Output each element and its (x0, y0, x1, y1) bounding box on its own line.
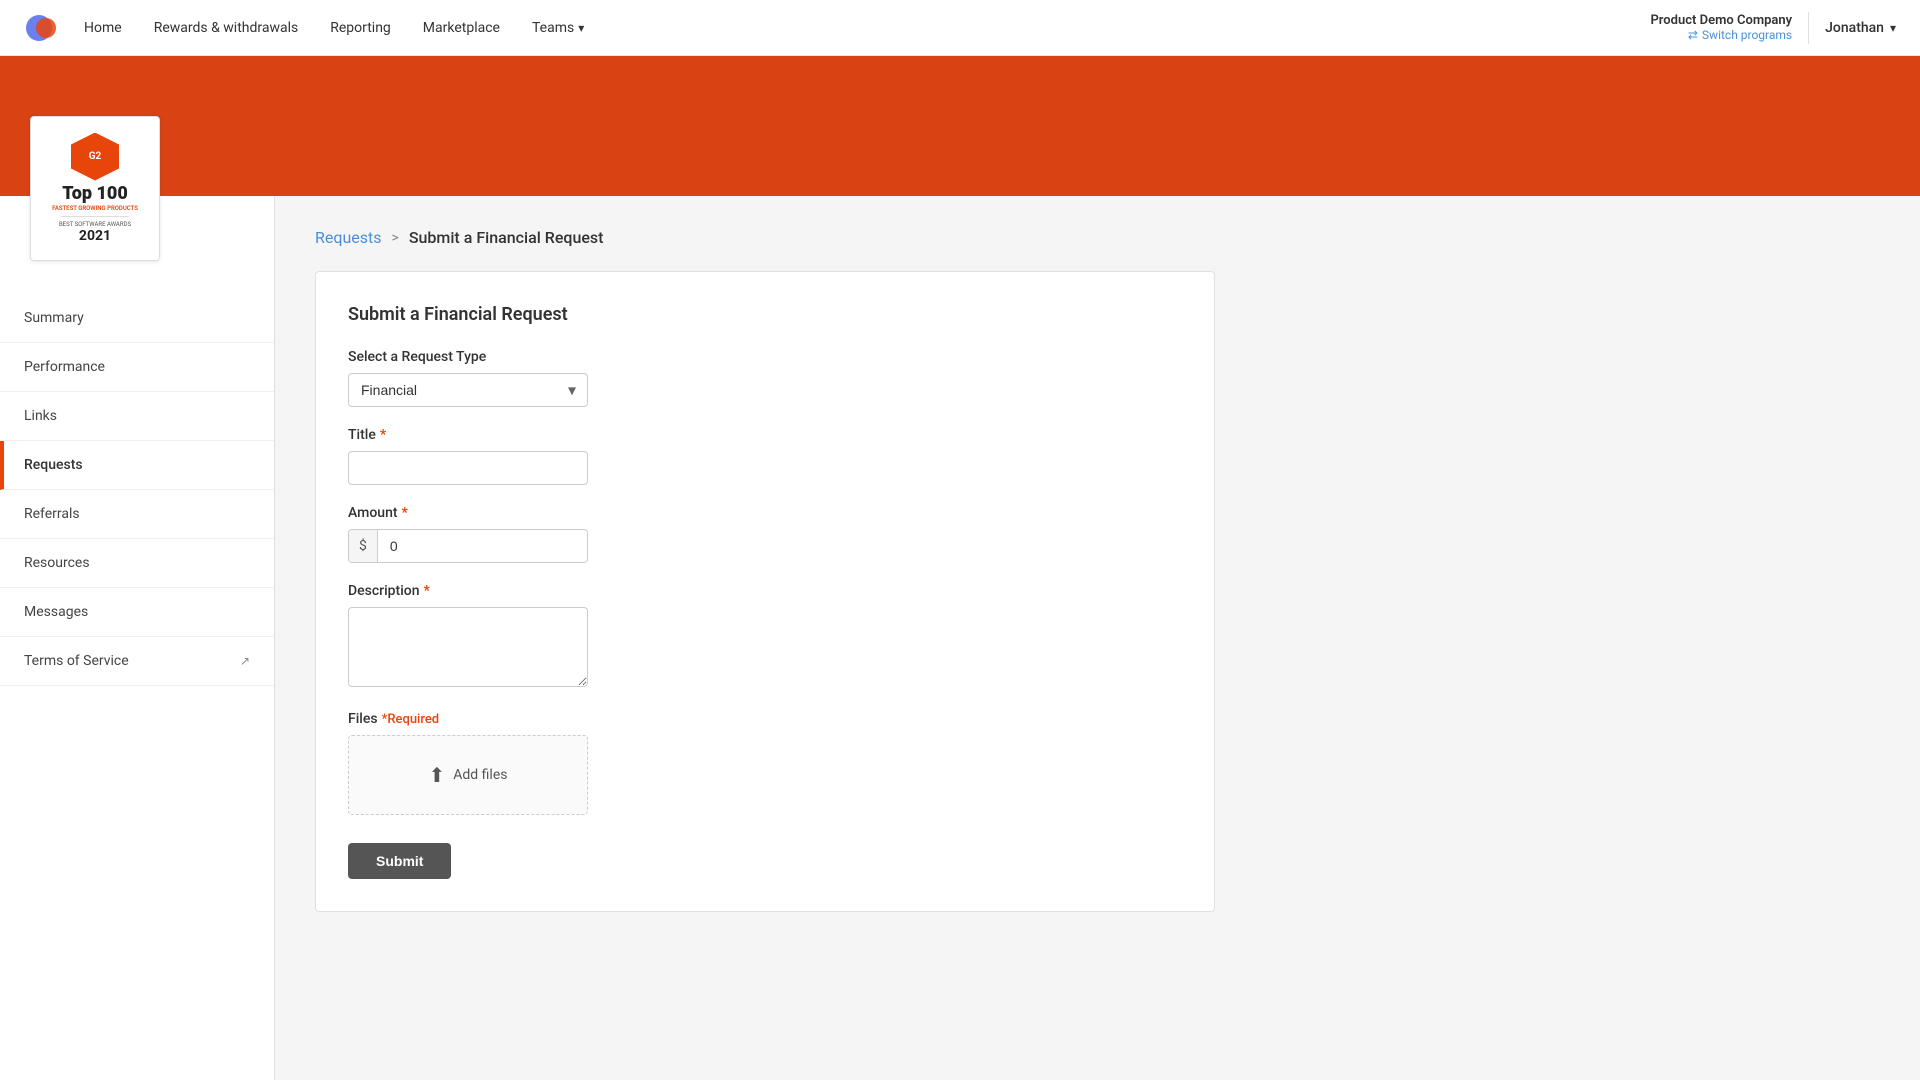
hero-banner (0, 56, 1920, 196)
sidebar-item-label: Requests (24, 457, 83, 473)
top-navigation: Home Rewards & withdrawals Reporting Mar… (0, 0, 1920, 56)
form-title: Submit a Financial Request (348, 304, 1182, 325)
amount-required-star: * (402, 505, 408, 521)
amount-prefix: $ (349, 530, 378, 562)
badge-top100: Top 100 (62, 185, 128, 203)
app-logo (24, 10, 60, 46)
user-name: Jonathan (1825, 20, 1884, 36)
nav-reporting[interactable]: Reporting (330, 20, 391, 36)
switch-icon: ⇄ (1688, 28, 1698, 42)
description-required-star: * (424, 583, 430, 599)
sidebar-item-summary[interactable]: Summary (0, 294, 274, 343)
breadcrumb: Requests > Submit a Financial Request (315, 228, 1880, 247)
sidebar-item-messages[interactable]: Messages (0, 588, 274, 637)
user-chevron-icon (1890, 20, 1896, 36)
file-upload-area[interactable]: ⬆ Add files (348, 735, 588, 815)
title-input[interactable] (348, 451, 588, 485)
request-type-select[interactable]: FinancialNon-Financial (348, 373, 588, 407)
company-name: Product Demo Company (1650, 13, 1792, 28)
request-type-group: Select a Request Type FinancialNon-Finan… (348, 349, 1182, 407)
main-content: Requests > Submit a Financial Request Su… (275, 196, 1920, 1080)
badge-divider (61, 216, 130, 217)
add-files-label: Add files (453, 767, 507, 783)
top-right-area: Product Demo Company ⇄ Switch programs J… (1650, 12, 1896, 44)
page-layout: G2 Top 100 Fastest Growing Products BEST… (0, 196, 1920, 1080)
sidebar-item-label: Summary (24, 310, 84, 326)
sidebar-item-resources[interactable]: Resources (0, 539, 274, 588)
nav-marketplace[interactable]: Marketplace (423, 20, 500, 36)
nav-links: Home Rewards & withdrawals Reporting Mar… (84, 20, 1650, 36)
user-menu[interactable]: Jonathan (1825, 20, 1896, 36)
switch-programs-button[interactable]: ⇄ Switch programs (1650, 28, 1792, 42)
company-info: Product Demo Company ⇄ Switch programs (1650, 13, 1792, 42)
sidebar-item-label: Links (24, 408, 57, 424)
g2-shield: G2 (71, 133, 119, 181)
sidebar-item-performance[interactable]: Performance (0, 343, 274, 392)
sidebar-logo-card: G2 Top 100 Fastest Growing Products BEST… (30, 116, 160, 261)
chevron-down-icon (578, 20, 584, 36)
sidebar-item-label: Resources (24, 555, 90, 571)
g2-shield-text: G2 (89, 151, 102, 162)
request-type-label: Select a Request Type (348, 349, 1182, 365)
sidebar-item-links[interactable]: Links (0, 392, 274, 441)
sidebar-item-label: Terms of Service (24, 653, 129, 669)
sidebar-nav: Summary Performance Links Requests Refer… (0, 286, 274, 686)
badge-award-text: BEST SOFTWARE AWARDS (59, 221, 131, 229)
amount-input-wrapper: $ (348, 529, 588, 563)
amount-label: Amount * (348, 505, 1182, 521)
files-group: Files *Required ⬆ Add files (348, 711, 1182, 815)
sidebar-item-requests[interactable]: Requests (0, 441, 274, 490)
nav-divider (1808, 12, 1809, 44)
sidebar-item-terms[interactable]: Terms of Service ↗ (0, 637, 274, 686)
sidebar-item-label: Referrals (24, 506, 80, 522)
nav-home[interactable]: Home (84, 20, 122, 36)
title-label: Title * (348, 427, 1182, 443)
title-group: Title * (348, 427, 1182, 485)
breadcrumb-requests-link[interactable]: Requests (315, 228, 382, 247)
sidebar: G2 Top 100 Fastest Growing Products BEST… (0, 196, 275, 1080)
description-group: Description * (348, 583, 1182, 691)
breadcrumb-separator: > (392, 230, 399, 246)
description-textarea[interactable] (348, 607, 588, 687)
nav-rewards[interactable]: Rewards & withdrawals (154, 20, 299, 36)
sidebar-item-label: Performance (24, 359, 105, 375)
title-required-star: * (380, 427, 386, 443)
external-link-icon: ↗ (240, 654, 250, 668)
amount-group: Amount * $ (348, 505, 1182, 563)
files-label: Files *Required (348, 711, 1182, 727)
nav-teams[interactable]: Teams (532, 20, 584, 36)
form-card: Submit a Financial Request Select a Requ… (315, 271, 1215, 912)
upload-icon: ⬆ (429, 763, 446, 787)
submit-button[interactable]: Submit (348, 843, 451, 879)
g2-badge: G2 Top 100 Fastest Growing Products BEST… (52, 133, 138, 245)
request-type-select-wrapper: FinancialNon-Financial ▾ (348, 373, 588, 407)
badge-subtitle: Fastest Growing Products (52, 205, 138, 212)
amount-input[interactable] (378, 530, 587, 562)
badge-year: 2021 (79, 228, 111, 244)
description-label: Description * (348, 583, 1182, 599)
breadcrumb-current: Submit a Financial Request (409, 228, 604, 247)
files-required-text: *Required (382, 712, 440, 727)
sidebar-item-label: Messages (24, 604, 88, 620)
sidebar-item-referrals[interactable]: Referrals (0, 490, 274, 539)
